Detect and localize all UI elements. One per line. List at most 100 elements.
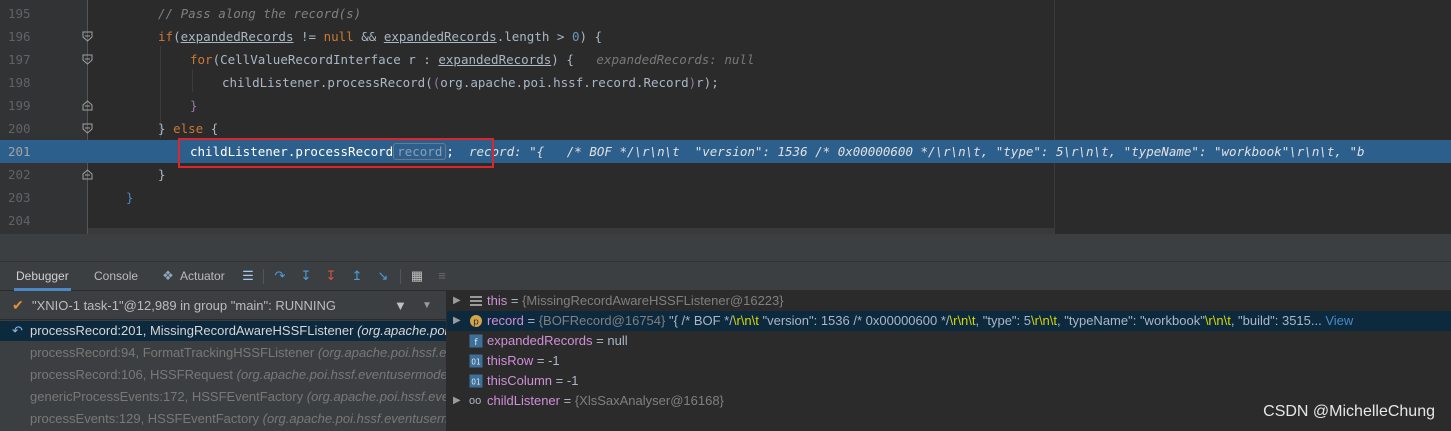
fold-open-icon[interactable] [82, 123, 93, 134]
stack-frame[interactable]: processRecord:94, FormatTrackingHSSFList… [0, 343, 446, 363]
field-icon: f [469, 334, 483, 348]
tab-console[interactable]: Console [92, 262, 140, 291]
debug-toolbar: Debugger Console ❖ Actuator ☰ ↷ ↧ ↧ ↥ ↘ … [0, 262, 1451, 291]
trace-stream-icon[interactable]: ≡ [434, 268, 450, 284]
variable-row-expandedRecords[interactable]: f expandedRecords = null [447, 331, 1451, 351]
run-to-cursor-icon[interactable]: ↘ [375, 268, 391, 284]
line-number: 195 [8, 6, 31, 21]
variable-name: expandedRecords [487, 333, 593, 348]
step-over-icon[interactable]: ↷ [272, 268, 288, 284]
frame-package: (org.apache.poi.hssf.eventusermodel) [262, 411, 446, 426]
frame-method: processEvents:129, HSSFEventFactory [30, 411, 260, 426]
annotation-red-box [178, 138, 494, 168]
stack-frame[interactable]: processEvents:129, HSSFEventFactory (org… [0, 409, 446, 429]
variable-value: -1 [566, 373, 579, 388]
code-text: if(expandedRecords != null && expandedRe… [158, 29, 603, 44]
code-editor[interactable]: 195 // Pass along the record(s) 196 if(e… [0, 0, 1451, 234]
fold-close-icon[interactable] [82, 100, 93, 111]
code-text: } [158, 167, 166, 182]
actuator-icon: ❖ [162, 268, 174, 283]
stack-frame[interactable]: ↶ processRecord:201, MissingRecordAwareH… [0, 321, 447, 341]
frame-method: processRecord:106, HSSFRequest [30, 367, 234, 382]
code-line-203[interactable]: 203 } [0, 186, 1451, 209]
watch-glasses-icon: oo [469, 395, 482, 407]
line-number: 197 [8, 52, 31, 67]
code-line-198[interactable]: 198 childListener.processRecord((org.apa… [0, 71, 1451, 94]
frame-method: processRecord:201, MissingRecordAwareHSS… [30, 323, 354, 338]
field-list-icon [470, 296, 482, 306]
variable-name: thisColumn [487, 373, 553, 388]
line-number: 200 [8, 121, 31, 136]
toolbar-separator [263, 269, 264, 284]
line-number: 199 [8, 98, 31, 113]
layout-menu-icon[interactable]: ☰ [240, 268, 256, 284]
line-number: 202 [8, 167, 31, 182]
parameter-icon: p [470, 315, 482, 328]
code-line-199[interactable]: 199 } [0, 94, 1451, 117]
chevron-down-icon[interactable]: ▼ [422, 291, 432, 320]
frames-panel: ✔ "XNIO-1 task-1"@12,989 in group "main"… [0, 291, 447, 431]
filter-icon[interactable]: ▼ [394, 291, 407, 320]
fold-open-icon[interactable] [82, 54, 93, 65]
watermark: CSDN @MichelleChung [1263, 403, 1435, 420]
variable-name: childListener [487, 393, 560, 408]
expand-arrow-icon[interactable]: ▶ [453, 291, 461, 311]
code-comment: // Pass along the record(s) [158, 6, 362, 21]
variables-panel: ▶ this = {MissingRecordAwareHSSFListener… [447, 291, 1451, 431]
step-into-icon[interactable]: ↧ [298, 268, 314, 284]
variable-name: record [487, 313, 524, 328]
svg-text:01: 01 [471, 358, 481, 367]
frame-package: (org.apache.poi.hssf.eventusermodel) [306, 389, 446, 404]
return-arrow-icon: ↶ [12, 323, 23, 338]
code-text: childListener.processRecord((org.apache.… [222, 75, 719, 90]
expand-arrow-icon[interactable]: ▶ [453, 391, 461, 411]
primitive-field-icon: 01 [469, 374, 483, 388]
step-out-icon[interactable]: ↥ [349, 268, 365, 284]
svg-text:01: 01 [471, 378, 481, 387]
line-number: 203 [8, 190, 31, 205]
variable-name: thisRow [487, 353, 534, 368]
check-icon: ✔ [12, 297, 24, 313]
code-line-197[interactable]: 197 for(CellValueRecordInterface r : exp… [0, 48, 1451, 71]
line-number: 196 [8, 29, 31, 44]
line-number: 198 [8, 75, 31, 90]
frame-package: (org.apache.poi.hssf.eventusermodel) [236, 367, 447, 382]
code-line-196[interactable]: 196 if(expandedRecords != null && expand… [0, 25, 1451, 48]
force-step-into-icon[interactable]: ↧ [323, 268, 339, 284]
stack-frame[interactable]: processRecord:106, HSSFRequest (org.apac… [0, 365, 447, 385]
tab-debugger[interactable]: Debugger [14, 262, 71, 291]
fold-close-icon[interactable] [82, 169, 93, 180]
thread-selector[interactable]: ✔ "XNIO-1 task-1"@12,989 in group "main"… [0, 291, 446, 320]
variable-row-this[interactable]: ▶ this = {MissingRecordAwareHSSFListener… [447, 291, 1451, 311]
variable-row-thisColumn[interactable]: 01 thisColumn = -1 [447, 371, 1451, 391]
view-link[interactable]: View [1322, 313, 1353, 328]
code-text: } [190, 98, 198, 113]
frame-method: genericProcessEvents:172, HSSFEventFacto… [30, 389, 304, 404]
variable-row-thisRow[interactable]: 01 thisRow = -1 [447, 351, 1451, 371]
primitive-field-icon: 01 [469, 354, 483, 368]
variable-ref: {BOFRecord@16754} [538, 313, 666, 328]
tab-actuator[interactable]: Actuator [178, 262, 227, 291]
variable-row-record[interactable]: ▶ p record = {BOFRecord@16754} "{ /* BOF… [447, 311, 1451, 331]
inline-debug-value: record: "{ /* BOF */\r\n\t "version": 15… [468, 144, 1365, 159]
code-text: for(CellValueRecordInterface r : expande… [190, 52, 755, 67]
stack-frame[interactable]: genericProcessEvents:172, HSSFEventFacto… [0, 387, 446, 407]
variable-value: {XlsSaxAnalyser@16168} [574, 393, 724, 408]
expand-arrow-icon[interactable]: ▶ [453, 311, 461, 331]
variable-value: -1 [548, 353, 560, 368]
fold-open-icon[interactable] [82, 31, 93, 42]
inline-debug-value: expandedRecords: null [596, 52, 755, 67]
code-line-195[interactable]: 195 // Pass along the record(s) [0, 2, 1451, 25]
line-number: 201 [8, 144, 31, 159]
frame-package: (org.apache.poi.hssf.eventusermodel) [357, 323, 447, 338]
panel-splitter[interactable] [0, 234, 1451, 262]
code-text: } [126, 190, 134, 205]
code-line-200[interactable]: 200 } else { [0, 117, 1451, 140]
line-number: 204 [8, 213, 31, 228]
thread-label: "XNIO-1 task-1"@12,989 in group "main": … [32, 298, 337, 313]
svg-text:p: p [473, 318, 479, 328]
evaluate-expression-icon[interactable]: ▦ [409, 268, 425, 284]
variable-value: {MissingRecordAwareHSSFListener@16223} [522, 293, 784, 308]
variable-value: null [607, 333, 628, 348]
variable-name: this [487, 293, 508, 308]
